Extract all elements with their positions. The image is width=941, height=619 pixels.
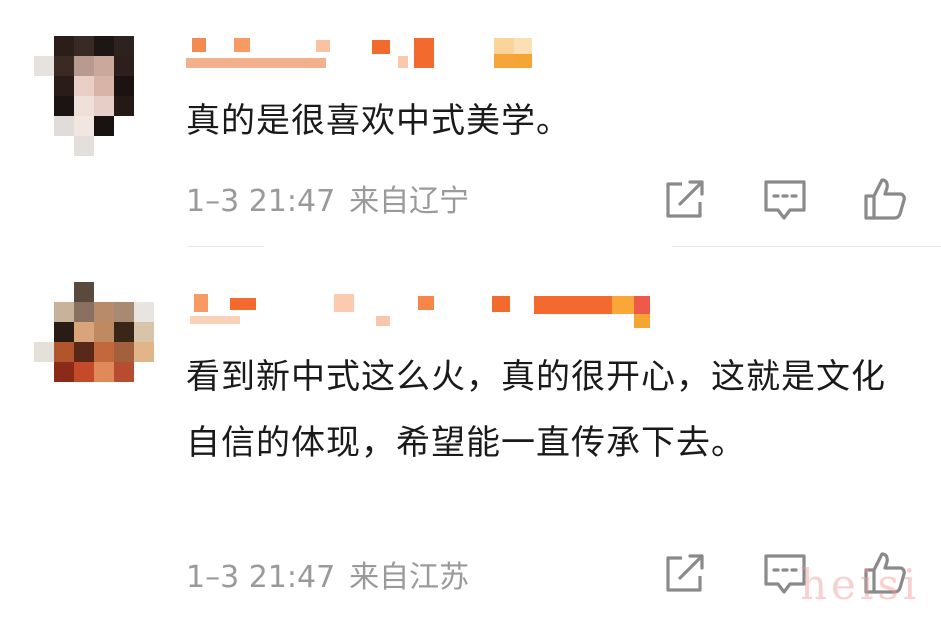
comment-time: 1–3 21:47 <box>186 184 336 219</box>
comment-location: 来自江苏 <box>349 560 470 595</box>
thumbs-up-icon <box>864 178 906 220</box>
like-button[interactable] <box>860 174 910 224</box>
comment-meta: 1–3 21:47 来自江苏 <box>186 552 469 596</box>
comment-location: 来自辽宁 <box>349 184 470 219</box>
share-icon <box>666 554 704 592</box>
share-button[interactable] <box>660 548 710 598</box>
username-blurred[interactable] <box>186 292 656 332</box>
reply-button[interactable] <box>760 174 810 224</box>
divider <box>186 246 264 247</box>
comment-item: 真的是很喜欢中式美学。 1–3 21:47 来自辽宁 <box>0 0 941 248</box>
comment-actions <box>640 168 940 228</box>
comment-text: 看到新中式这么火，真的很开心，这就是文化自信的体现，希望能一直传承下去。 <box>186 357 886 463</box>
divider <box>672 246 941 247</box>
comment-text: 真的是很喜欢中式美学。 <box>186 101 571 141</box>
share-icon <box>666 180 704 218</box>
avatar[interactable] <box>34 282 154 402</box>
comment-time: 1–3 21:47 <box>186 560 336 595</box>
username-blurred[interactable] <box>186 36 656 76</box>
comment-icon <box>764 180 806 220</box>
avatar[interactable] <box>34 36 154 156</box>
watermark: heisi <box>800 560 921 609</box>
share-button[interactable] <box>660 174 710 224</box>
comment-meta: 1–3 21:47 来自辽宁 <box>186 176 469 220</box>
